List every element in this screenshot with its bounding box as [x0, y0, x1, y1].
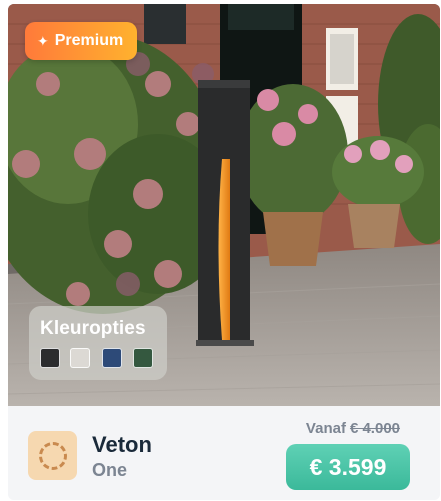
brand-logo: [28, 431, 77, 480]
color-options-panel: Kleuropties: [29, 306, 167, 380]
premium-label: Premium: [54, 32, 124, 49]
price-button[interactable]: € 3.599: [286, 444, 410, 490]
product-name: Veton: [92, 432, 152, 457]
old-price: € 4.000: [349, 420, 400, 437]
sparkle-icon: ✦: [37, 33, 49, 49]
from-label: Vanaf: [305, 420, 346, 437]
from-price: Vanaf € 4.000: [306, 420, 400, 437]
color-options-title: Kleuropties: [40, 318, 146, 339]
product-footer: Veton One Vanaf € 4.000 € 3.599: [8, 406, 440, 500]
brand-logo-ring-icon: [38, 441, 67, 470]
product-card[interactable]: ✦ Premium Kleuropties Veton One Vanaf € 4…: [8, 4, 440, 500]
product-photo: ✦ Premium Kleuropties: [8, 4, 440, 406]
swatch-blue[interactable]: [102, 348, 122, 368]
premium-badge: ✦ Premium: [25, 22, 138, 60]
swatch-light-grey[interactable]: [70, 348, 90, 368]
swatch-green[interactable]: [133, 348, 153, 368]
product-subtitle: One: [92, 460, 128, 480]
swatch-anthracite[interactable]: [40, 348, 60, 368]
